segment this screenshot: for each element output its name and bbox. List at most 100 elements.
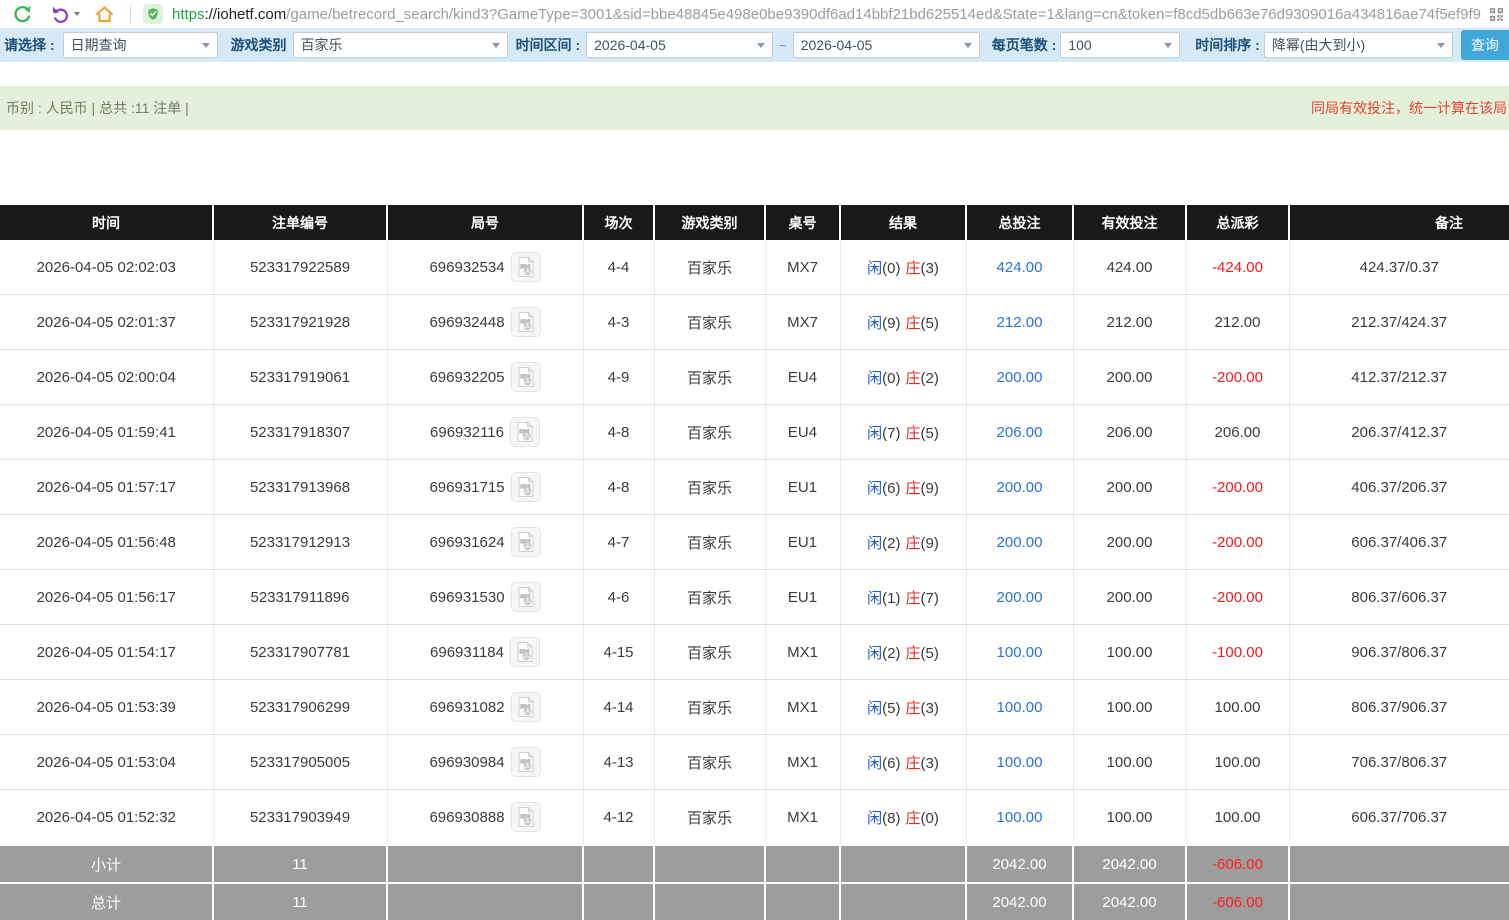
banker-label: 庄 [906,590,921,607]
round-number: 696932116 [430,424,504,441]
video-replay-button[interactable] [511,362,541,392]
subtotal-valid-bet: 2042.00 [1073,845,1186,883]
cell-round: 696932116 [387,405,583,460]
cell-remark: 606.37/706.37 [1289,790,1509,846]
cell-bet-id: 523317918307 [213,405,387,460]
column-header-2: 局号 [387,205,583,240]
select-type-dropdown[interactable]: 日期查询 [63,32,218,58]
round-cell-content: 696931624 [388,527,583,557]
round-cell-content: 696932205 [388,362,583,392]
table-row: 2026-04-05 01:59:41523317918307696932116… [0,405,1509,460]
total-bet-link[interactable]: 200.00 [997,589,1043,606]
cell-table-no: EU4 [765,350,840,405]
total-bet-link[interactable]: 100.00 [997,809,1043,826]
total-bet-link[interactable]: 212.00 [997,314,1043,331]
game-type-dropdown[interactable]: 百家乐 [293,32,508,58]
home-icon[interactable] [92,2,116,26]
total-bet-link[interactable]: 206.00 [997,424,1043,441]
player-score: (6) [882,755,900,772]
cell-payout: -100.00 [1186,625,1289,680]
video-replay-button[interactable] [511,527,541,557]
page-size-label: 每页笔数 : [992,35,1057,55]
video-file-icon [514,641,536,663]
total-valid-bet: 2042.00 [1073,883,1186,920]
chevron-down-icon [757,43,765,48]
sort-label: 时间排序 : [1195,35,1260,55]
total-bet-link[interactable]: 100.00 [997,699,1043,716]
cell-game-type: 百家乐 [654,350,765,405]
banker-score: (0) [921,810,939,827]
player-label: 闲 [867,755,882,772]
refresh-icon[interactable] [10,2,34,26]
range-separator: ~ [779,38,787,53]
table-row: 2026-04-05 02:02:03523317922589696932534… [0,240,1509,295]
date-from-dropdown[interactable]: 2026-04-05 [586,32,773,58]
video-replay-button[interactable] [511,307,541,337]
cell-session: 4-14 [583,680,654,735]
url-scheme: https [172,6,205,23]
cell-bet-id: 523317913968 [213,460,387,515]
player-label: 闲 [867,590,882,607]
sort-dropdown[interactable]: 降幂(由大到小) [1264,32,1453,58]
select-type-label: 请选择 : [4,35,55,55]
round-number: 696931715 [429,479,504,496]
video-file-icon [515,751,537,773]
page-size-dropdown[interactable]: 100 [1060,32,1180,58]
total-bet-link[interactable]: 100.00 [997,754,1043,771]
cell-result: 闲(6)庄(9) [840,460,966,515]
video-replay-button[interactable] [511,802,541,832]
cell-total-bet: 200.00 [966,515,1073,570]
cell-table-no: MX1 [765,680,840,735]
cell-total-bet: 200.00 [966,460,1073,515]
video-replay-button[interactable] [510,637,540,667]
cell-round: 696931624 [387,515,583,570]
video-replay-button[interactable] [511,472,541,502]
back-icon[interactable] [48,2,72,26]
cell-remark: 206.37/412.37 [1289,405,1509,460]
cell-bet-id: 523317906299 [213,680,387,735]
cell-table-no: MX7 [765,295,840,350]
search-button[interactable]: 查询 [1461,30,1509,60]
total-bet-link[interactable]: 424.00 [997,259,1043,276]
cell-round: 696932448 [387,295,583,350]
table-row: 2026-04-05 01:56:48523317912913696931624… [0,515,1509,570]
round-cell-content: 696932448 [388,307,583,337]
cell-remark: 212.37/424.37 [1289,295,1509,350]
player-score: (8) [882,810,900,827]
chevron-down-icon [202,43,210,48]
banker-score: (5) [921,645,939,662]
cell-session: 4-8 [583,460,654,515]
video-replay-button[interactable] [511,692,541,722]
total-count: 11 [213,883,387,920]
total-bet-link[interactable]: 200.00 [997,479,1043,496]
qr-code-icon[interactable] [1488,6,1505,23]
total-bet-link[interactable]: 200.00 [997,534,1043,551]
cell-total-bet: 206.00 [966,405,1073,460]
cell-table-no: MX1 [765,625,840,680]
security-shield-icon[interactable] [143,4,163,24]
cell-remark: 412.37/212.37 [1289,350,1509,405]
banker-label: 庄 [906,260,921,277]
cell-session: 4-6 [583,570,654,625]
total-bet-link[interactable]: 200.00 [997,369,1043,386]
column-header-7: 总投注 [966,205,1073,240]
cell-payout: -200.00 [1186,460,1289,515]
cell-table-no: EU1 [765,460,840,515]
address-bar[interactable]: https://iohetf.com/game/betrecord_search… [172,6,1482,23]
column-header-0: 时间 [0,205,213,240]
video-replay-button[interactable] [510,417,540,447]
column-header-5: 桌号 [765,205,840,240]
cell-valid-bet: 100.00 [1073,680,1186,735]
video-replay-button[interactable] [511,747,541,777]
date-to-dropdown[interactable]: 2026-04-05 [793,32,980,58]
video-replay-button[interactable] [511,252,541,282]
total-bet-link[interactable]: 100.00 [997,644,1043,661]
cell-session: 4-4 [583,240,654,295]
back-dropdown-caret[interactable] [74,12,80,16]
cell-table-no: MX1 [765,735,840,790]
cell-bet-id: 523317912913 [213,515,387,570]
banker-label: 庄 [906,810,921,827]
video-replay-button[interactable] [511,582,541,612]
cell-game-type: 百家乐 [654,735,765,790]
date-to-value: 2026-04-05 [801,37,958,53]
